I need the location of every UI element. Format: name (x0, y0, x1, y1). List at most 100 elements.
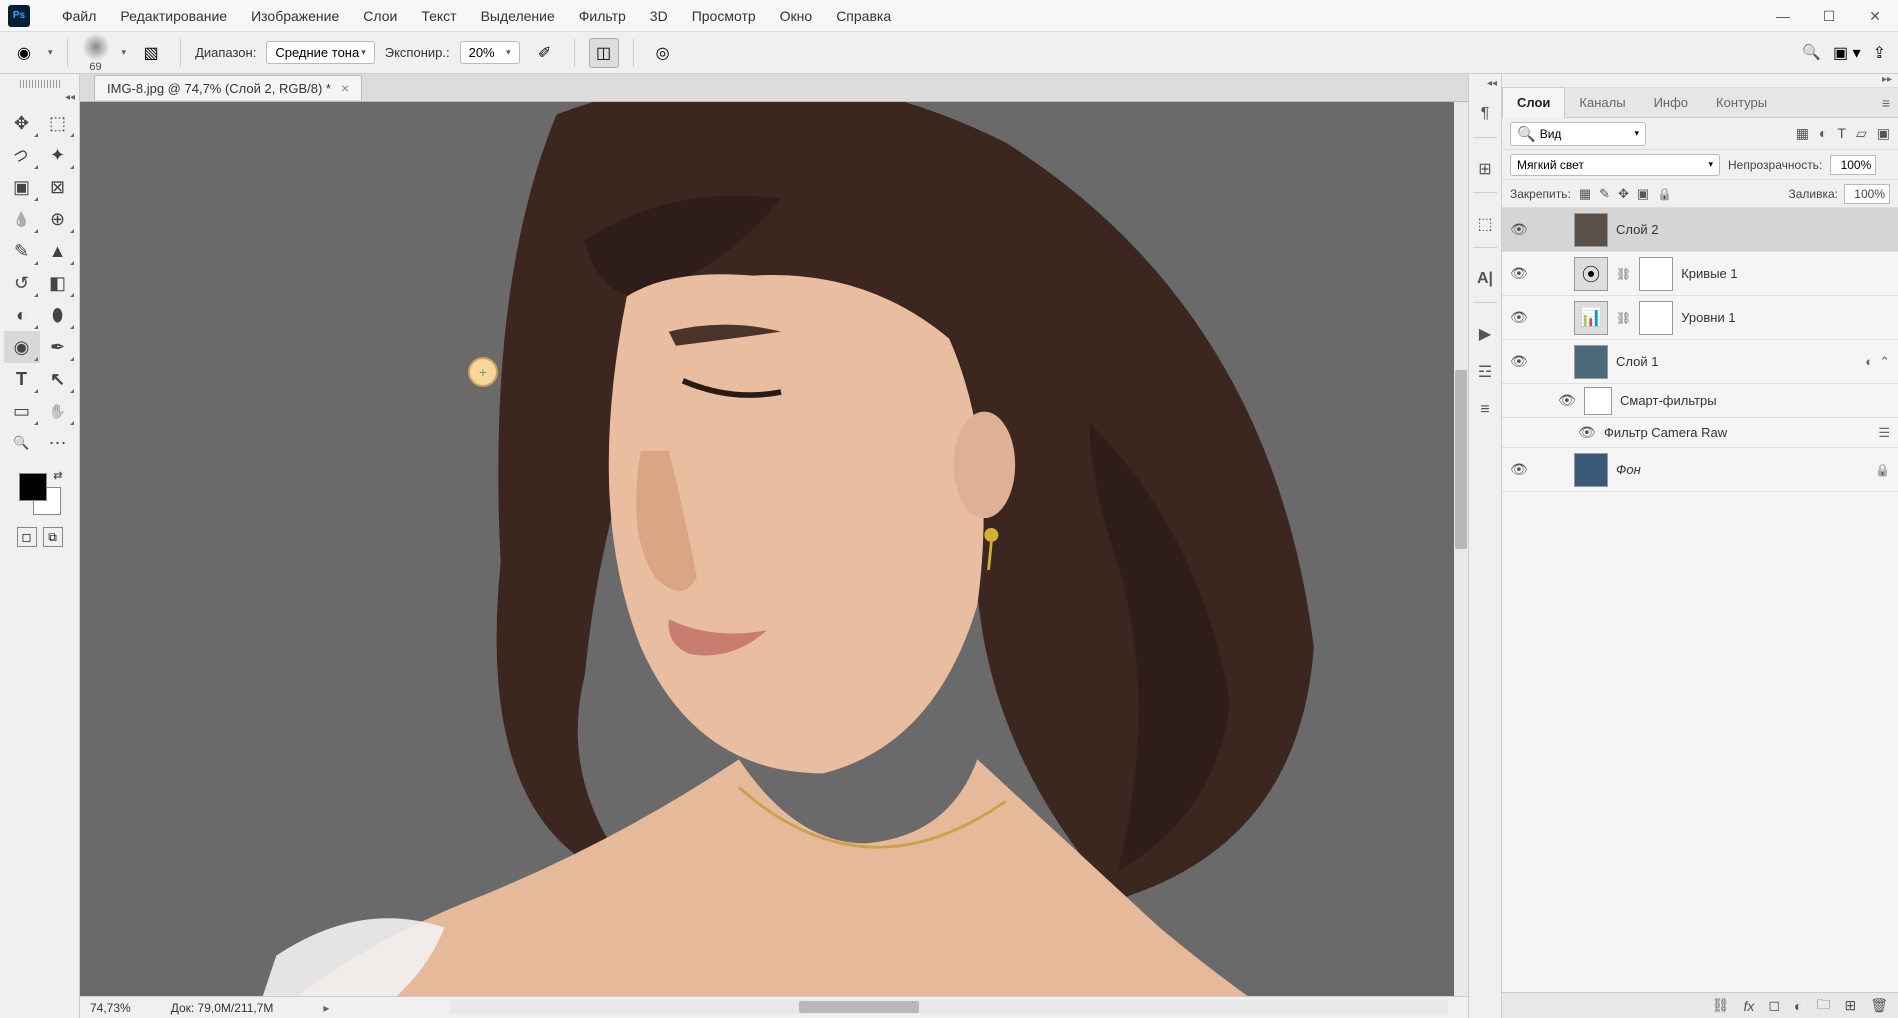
menu-filter[interactable]: Фильтр (567, 0, 638, 32)
horizontal-scrollbar[interactable] (450, 1000, 1448, 1014)
filter-mask-thumbnail[interactable] (1584, 387, 1612, 415)
marquee-tool[interactable] (40, 107, 76, 139)
new-group-icon[interactable]: 🗀 (1816, 994, 1830, 1018)
menu-text[interactable]: Текст (409, 0, 468, 32)
visibility-toggle-icon[interactable]: 👁 (1578, 424, 1596, 441)
add-mask-icon[interactable]: ◻ (1768, 997, 1780, 1014)
mask-thumbnail[interactable] (1639, 257, 1673, 291)
search-icon[interactable] (1802, 43, 1821, 62)
layer-thumbnail[interactable] (1574, 453, 1608, 487)
expand-panels-icon[interactable]: ◂◂ (1487, 78, 1497, 89)
tool-preset-dropdown[interactable]: ▾ (48, 47, 53, 58)
clone-stamp-tool[interactable] (40, 235, 76, 267)
type-tool[interactable] (4, 363, 40, 395)
filter-blending-icon[interactable]: ☰ (1878, 425, 1890, 441)
screen-mode-toggle[interactable]: ⧉ (43, 527, 63, 547)
visibility-toggle-icon[interactable]: 👁 (1510, 221, 1528, 238)
layer-row[interactable]: 👁 Слой 2 (1502, 208, 1898, 252)
smart-filter-item[interactable]: 👁 Фильтр Camera Raw ☰ (1502, 418, 1898, 448)
toolbox-grip[interactable] (20, 80, 60, 88)
menu-edit[interactable]: Редактирование (108, 0, 239, 32)
history-brush-tool[interactable] (4, 267, 40, 299)
menu-layers[interactable]: Слои (351, 0, 409, 32)
delete-layer-icon[interactable]: 🗑 (1870, 997, 1888, 1014)
3d-panel-icon[interactable]: ⬚ (1472, 211, 1498, 237)
filter-smart-icon[interactable]: ▣ (1877, 125, 1890, 142)
gradient-tool[interactable] (4, 299, 40, 331)
vertical-scrollbar[interactable] (1454, 102, 1468, 996)
character-panel-icon[interactable]: A| (1472, 266, 1498, 292)
new-adjustment-icon[interactable]: ◐ (1794, 998, 1802, 1014)
healing-brush-tool[interactable] (40, 203, 76, 235)
lock-pixels-icon[interactable]: ✎ (1599, 186, 1610, 202)
opacity-input[interactable]: 100% (1830, 155, 1876, 175)
menu-window[interactable]: Окно (768, 0, 825, 32)
blur-tool[interactable] (40, 299, 76, 331)
minimize-button[interactable]: — (1760, 0, 1806, 32)
visibility-toggle-icon[interactable]: 👁 (1510, 461, 1528, 478)
filter-shape-icon[interactable]: ▱ (1856, 125, 1867, 142)
close-tab-icon[interactable]: × (341, 80, 349, 96)
dodge-tool[interactable] (4, 331, 40, 363)
current-tool-icon[interactable] (12, 41, 36, 65)
actions-panel-icon[interactable]: ▶ (1472, 321, 1498, 347)
fill-input[interactable]: 100% (1844, 184, 1890, 204)
layer-thumbnail[interactable] (1574, 345, 1608, 379)
quick-mask-toggle[interactable]: ◻ (17, 527, 37, 547)
menu-file[interactable]: Файл (50, 0, 108, 32)
tab-layers[interactable]: Слои (1502, 87, 1565, 118)
link-mask-icon[interactable]: ⛓ (1616, 311, 1631, 325)
edit-toolbar[interactable] (40, 427, 76, 459)
link-mask-icon[interactable]: ⛓ (1616, 267, 1631, 281)
zoom-tool[interactable] (4, 427, 40, 459)
menu-3d[interactable]: 3D (638, 0, 680, 32)
filter-type-icon[interactable]: T (1837, 125, 1846, 142)
lock-artboard-icon[interactable]: ▣ (1637, 186, 1649, 202)
menu-select[interactable]: Выделение (469, 0, 567, 32)
panel-menu-icon[interactable]: ≡ (1882, 95, 1890, 111)
paragraph-panel-icon[interactable]: ¶ (1472, 101, 1498, 127)
lasso-tool[interactable] (4, 139, 40, 171)
filter-pixel-icon[interactable]: ▦ (1796, 125, 1809, 142)
layer-row[interactable]: 👁 ⦿ ⛓ Кривые 1 (1502, 252, 1898, 296)
airbrush-toggle[interactable]: ✐ (530, 38, 560, 68)
status-zoom[interactable]: 74,73% (90, 1001, 131, 1015)
rectangle-tool[interactable] (4, 395, 40, 427)
path-selection-tool[interactable] (40, 363, 76, 395)
layer-thumbnail[interactable] (1574, 213, 1608, 247)
eraser-tool[interactable] (40, 267, 76, 299)
layer-name[interactable]: Кривые 1 (1681, 266, 1890, 281)
canvas-viewport[interactable]: + (80, 102, 1468, 996)
smart-filters-row[interactable]: 👁 Смарт-фильтры (1502, 384, 1898, 418)
pressure-toggle[interactable]: ◎ (648, 38, 678, 68)
frame-tool[interactable] (40, 171, 76, 203)
toolbox-collapse-icon[interactable]: ◂◂ (65, 92, 75, 103)
lock-transparent-icon[interactable]: ▦ (1579, 186, 1591, 202)
tab-channels[interactable]: Каналы (1565, 88, 1639, 118)
menu-help[interactable]: Справка (824, 0, 903, 32)
status-menu-icon[interactable]: ▸ (323, 1001, 329, 1015)
styles-panel-icon[interactable]: ≡ (1472, 397, 1498, 423)
lock-position-icon[interactable]: ✥ (1618, 186, 1629, 202)
workspace-switcher[interactable]: ▣ ▾ (1833, 43, 1861, 63)
status-doc-size[interactable]: Док: 79,0M/211,7M (171, 1001, 274, 1015)
visibility-toggle-icon[interactable]: 👁 (1510, 353, 1528, 370)
layer-row[interactable]: 👁 Слой 1 ◐ ⌃ (1502, 340, 1898, 384)
lock-all-icon[interactable] (1657, 186, 1672, 202)
scrollbar-thumb[interactable] (799, 1001, 919, 1013)
brush-panel-toggle[interactable]: ▧ (136, 38, 166, 68)
brush-dropdown-icon[interactable]: ▾ (122, 47, 127, 58)
magic-wand-tool[interactable] (40, 139, 76, 171)
layer-name[interactable]: Слой 1 (1616, 354, 1857, 369)
tab-info[interactable]: Инфо (1640, 88, 1702, 118)
layer-style-icon[interactable]: fx (1744, 998, 1755, 1014)
scrollbar-thumb[interactable] (1455, 370, 1467, 549)
layer-name[interactable]: Фильтр Camera Raw (1604, 425, 1870, 440)
adjustment-icon[interactable]: 📊 (1574, 301, 1608, 335)
layer-name[interactable]: Уровни 1 (1681, 310, 1890, 325)
layer-name[interactable]: Слой 2 (1616, 222, 1890, 237)
blend-mode-select[interactable]: Мягкий свет ▾ (1510, 154, 1720, 176)
link-layers-icon[interactable]: ⛓ (1712, 997, 1730, 1014)
glyphs-panel-icon[interactable]: ⊞ (1472, 156, 1498, 182)
adjustments-panel-icon[interactable]: ☲ (1472, 359, 1498, 385)
